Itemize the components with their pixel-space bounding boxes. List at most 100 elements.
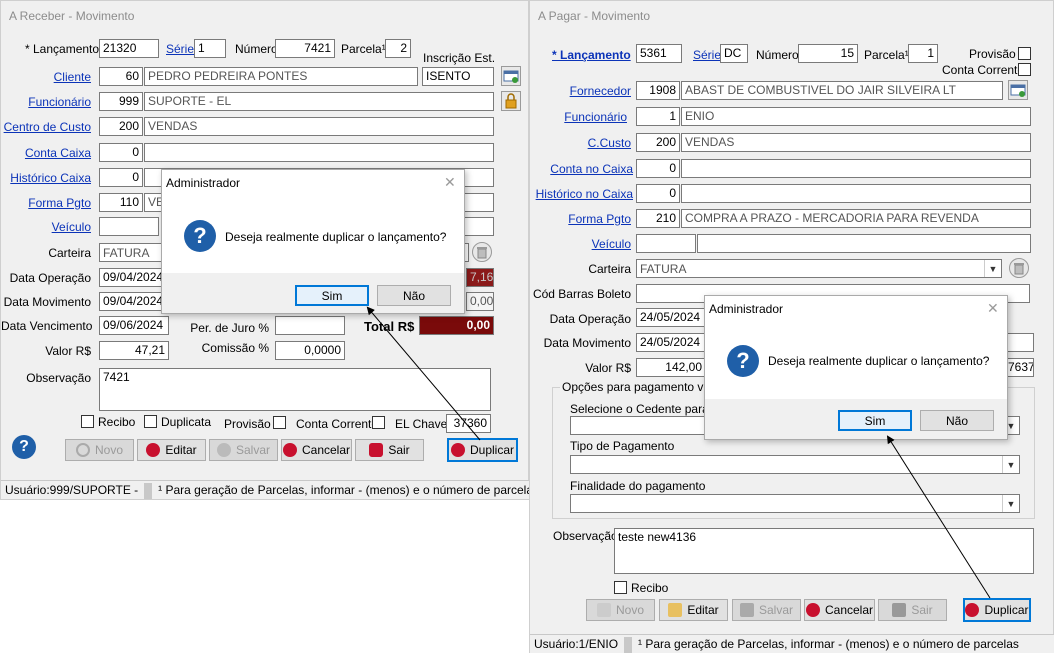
serie-field[interactable]: DC [720, 44, 748, 63]
valor-field[interactable]: 142,00 [636, 358, 706, 377]
plus-icon [75, 443, 90, 457]
ccusto-link[interactable]: C.Custo [530, 136, 631, 150]
save-icon [739, 603, 754, 617]
fornecedor-card-icon[interactable] [1008, 80, 1028, 100]
sair-button[interactable]: Sair [355, 439, 424, 461]
check-icon [965, 603, 980, 617]
duplicar-button[interactable]: Duplicar [447, 438, 518, 462]
cancelar-button[interactable]: Cancelar [804, 599, 875, 621]
provisao-checkbox[interactable] [273, 416, 286, 429]
lancamento-link[interactable]: * Lançamento [552, 48, 631, 62]
funcionario-code-field[interactable]: 1 [636, 107, 680, 126]
lancamento-field[interactable]: 21320 [99, 39, 159, 58]
centro-code-field[interactable]: 200 [99, 117, 143, 136]
serie-link[interactable]: Série [693, 48, 721, 62]
close-icon[interactable]: ✕ [444, 174, 456, 191]
lock-icon[interactable] [501, 91, 521, 111]
serie-link[interactable]: Série [166, 42, 194, 56]
ccusto-code-field[interactable]: 200 [636, 133, 680, 152]
sim-button[interactable]: Sim [838, 410, 912, 431]
fornecedor-link[interactable]: Fornecedor [530, 84, 631, 98]
historico-name-field [681, 184, 1031, 203]
veiculo-link[interactable]: Veículo [1, 220, 91, 234]
veiculo-link[interactable]: Veículo [530, 237, 631, 251]
serie-field[interactable]: 1 [194, 39, 226, 58]
opcoes-label: Opções para pagamento via a [560, 380, 725, 394]
salvar-button[interactable]: Salvar [732, 599, 801, 621]
dialog-message: Deseja realmente duplicar o lançamento? [225, 230, 447, 244]
nao-button[interactable]: Não [920, 410, 994, 431]
sim-button[interactable]: Sim [295, 285, 369, 306]
observacao-field[interactable]: teste new4136 [614, 528, 1034, 574]
status-bar: Usuário:999/SUPORTE - ¹ Para geração de P… [1, 480, 530, 499]
trash-icon[interactable] [472, 242, 492, 262]
carteira-select[interactable]: FATURA ▼ [636, 259, 1002, 278]
el-chave-label: EL Chave [395, 417, 448, 431]
cliente-link[interactable]: Cliente [1, 70, 91, 84]
numero-field[interactable]: 7421 [275, 39, 335, 58]
veiculo-code-field[interactable] [636, 234, 696, 253]
duplicata-checkbox[interactable] [144, 415, 157, 428]
chevron-down-icon: ▼ [1002, 456, 1019, 473]
inscricao-field[interactable]: ISENTO [422, 67, 494, 86]
historico-caixa-link[interactable]: Histórico Caixa [1, 171, 91, 185]
veiculo-code-field[interactable] [99, 217, 159, 236]
help-icon[interactable]: ? [12, 435, 36, 459]
finalidade-select[interactable]: ▼ [570, 494, 1020, 513]
cliente-card-icon[interactable] [501, 66, 521, 86]
el-chave-field[interactable]: 37360 [446, 414, 491, 433]
data-operacao-field[interactable]: 09/04/2024 [99, 268, 169, 287]
funcionario-code-field[interactable]: 999 [99, 92, 143, 111]
sair-button[interactable]: Sair [878, 599, 947, 621]
funcionario-link[interactable]: Funcionário [1, 95, 91, 109]
historico-code-field[interactable]: 0 [636, 184, 680, 203]
valor-field[interactable]: 47,21 [99, 341, 169, 360]
salvar-button[interactable]: Salvar [209, 439, 278, 461]
editar-button[interactable]: Editar [659, 599, 728, 621]
observacao-field[interactable]: 7421 [99, 368, 491, 411]
juro-field[interactable] [275, 316, 345, 335]
tipo-pagamento-select[interactable]: ▼ [570, 455, 1020, 474]
conta-code-field[interactable]: 0 [636, 159, 680, 178]
pencil-icon [146, 443, 161, 457]
status-message: ¹ Para geração de Parcelas, informar - (… [638, 637, 1019, 651]
centro-custo-link[interactable]: Centro de Custo [1, 120, 91, 134]
close-icon[interactable]: ✕ [987, 300, 999, 317]
novo-button[interactable]: Novo [586, 599, 655, 621]
historico-code-field[interactable]: 0 [99, 168, 143, 187]
conta-code-field[interactable]: 0 [99, 143, 143, 162]
data-movimento-field[interactable]: 09/04/2024 [99, 292, 169, 311]
forma-pgto-link[interactable]: Forma Pgto [530, 212, 631, 226]
numero-field[interactable]: 15 [798, 44, 858, 63]
conta-corrente-checkbox[interactable] [1018, 63, 1031, 76]
recibo-checkbox[interactable] [614, 581, 627, 594]
nao-button[interactable]: Não [377, 285, 451, 306]
cliente-code-field[interactable]: 60 [99, 67, 143, 86]
parcela-field[interactable]: 1 [908, 44, 938, 63]
conta-corrente-checkbox[interactable] [372, 416, 385, 429]
conta-caixa-link[interactable]: Conta Caixa [1, 146, 91, 160]
forma-code-field[interactable]: 210 [636, 209, 680, 228]
historico-caixa-link[interactable]: Histórico no Caixa [530, 187, 633, 201]
forma-code-field[interactable]: 110 [99, 193, 143, 212]
lancamento-field[interactable]: 5361 [636, 44, 682, 63]
provisao-checkbox[interactable] [1018, 47, 1031, 60]
fornecedor-code-field[interactable]: 1908 [636, 81, 680, 100]
novo-button[interactable]: Novo [65, 439, 134, 461]
comissao-field[interactable]: 0,0000 [275, 341, 345, 360]
duplicar-button[interactable]: Duplicar [963, 598, 1031, 622]
editar-button[interactable]: Editar [137, 439, 206, 461]
conta-caixa-link[interactable]: Conta no Caixa [530, 162, 633, 176]
edit-icon [668, 603, 683, 617]
ccusto-name-field: VENDAS [681, 133, 1031, 152]
trash-icon[interactable] [1009, 258, 1029, 278]
funcionario-link[interactable]: Funcionário [530, 110, 627, 124]
forma-pgto-link[interactable]: Forma Pgto [1, 196, 91, 210]
data-vencimento-field[interactable]: 09/06/2024 [99, 316, 169, 335]
data-movimento-label: Data Movimento [3, 295, 91, 309]
cancelar-button[interactable]: Cancelar [281, 439, 352, 461]
data-operacao-field[interactable]: 24/05/2024 [636, 308, 706, 327]
parcela-field[interactable]: 2 [385, 39, 411, 58]
data-movimento-field[interactable]: 24/05/2024 [636, 333, 706, 352]
recibo-checkbox[interactable] [81, 415, 94, 428]
